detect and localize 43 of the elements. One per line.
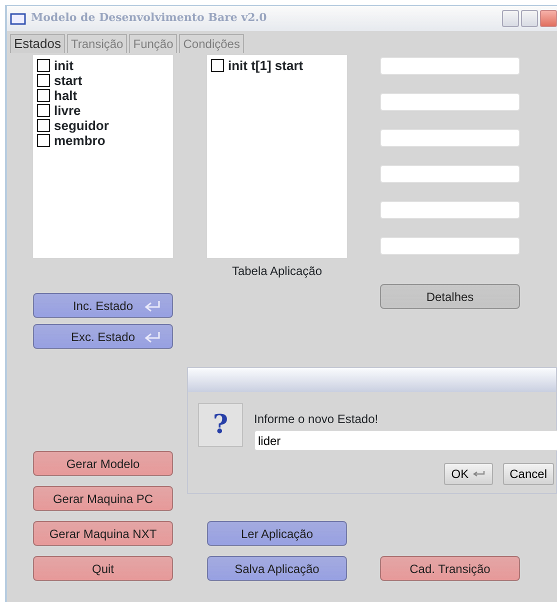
list-item[interactable]: membro [37, 133, 169, 148]
input-field[interactable]: lider [254, 430, 557, 451]
list-item[interactable]: seguidor [37, 118, 169, 133]
checkbox[interactable] [37, 89, 50, 102]
button[interactable]: Exc. Estado [33, 324, 173, 349]
checkbox[interactable] [211, 59, 224, 72]
close-button[interactable] [540, 10, 557, 27]
button[interactable]: Ler Aplicação [207, 521, 347, 546]
window-icon [10, 12, 26, 24]
checkbox[interactable] [37, 59, 50, 72]
tab[interactable]: Estados [10, 34, 65, 53]
button[interactable]: Inc. Estado [33, 293, 173, 318]
question-icon: ? [198, 403, 243, 447]
checkbox[interactable] [37, 134, 50, 147]
table-caption: Tabela Aplicação [230, 263, 324, 280]
button[interactable]: Cancel [502, 463, 554, 485]
text-field[interactable] [380, 57, 520, 75]
list-item[interactable]: init [37, 58, 169, 73]
window-title: Modelo de Desenvolvimento Bare v2.0 [31, 10, 267, 26]
maximize-button[interactable] [521, 10, 538, 27]
enter-icon [472, 470, 486, 478]
button[interactable]: Gerar Maquina PC [33, 486, 173, 511]
text-field[interactable] [380, 129, 520, 147]
list-item[interactable]: start [37, 73, 169, 88]
button[interactable]: Gerar Modelo [33, 451, 173, 476]
list-item[interactable]: init t[1] start [211, 58, 343, 73]
button[interactable]: Quit [33, 556, 173, 581]
text-field[interactable] [380, 237, 520, 255]
button[interactable]: OK [444, 463, 493, 485]
checkbox[interactable] [37, 104, 50, 117]
list-item[interactable]: livre [37, 103, 169, 118]
checkbox[interactable] [37, 119, 50, 132]
button[interactable]: Salva Aplicação [207, 556, 347, 581]
text-field[interactable] [380, 165, 520, 183]
checkbox[interactable] [37, 74, 50, 87]
text-field[interactable] [380, 201, 520, 219]
list-item[interactable]: halt [37, 88, 169, 103]
dialog-message: Informe o novo Estado! [254, 411, 378, 428]
minimize-button[interactable] [502, 10, 519, 27]
text-field[interactable] [380, 93, 520, 111]
button[interactable]: Cad. Transição [380, 556, 520, 581]
button[interactable]: Detalhes [380, 284, 520, 309]
button[interactable]: Gerar Maquina NXT [33, 521, 173, 546]
